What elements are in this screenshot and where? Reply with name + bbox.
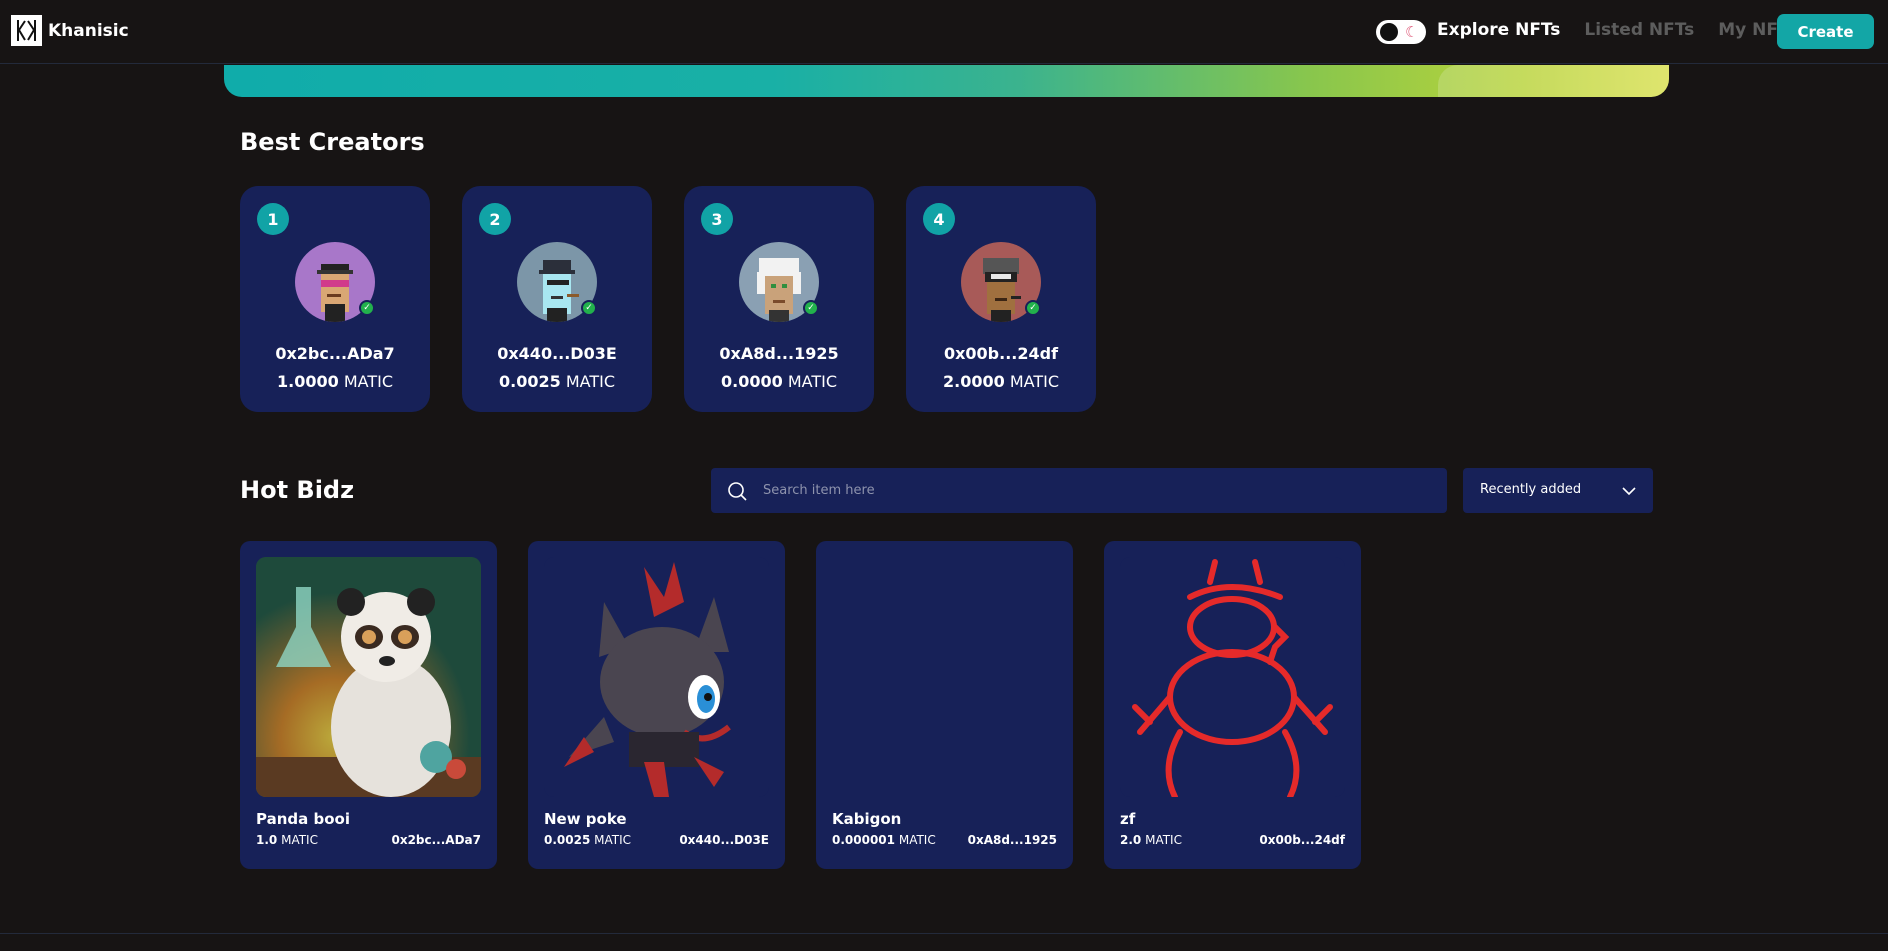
search-box: [711, 468, 1447, 513]
rank-badge: 3: [701, 203, 733, 235]
top-navbar: Khanisic ☾ Explore NFTs Listed NFTs My N…: [0, 0, 1888, 64]
nft-owner: 0x440...D03E: [679, 833, 769, 847]
nft-name: zf: [1120, 810, 1136, 828]
hero-banner: [224, 65, 1669, 97]
nft-owner: 0xA8d...1925: [967, 833, 1057, 847]
creator-balance: 1.0000 MATIC: [276, 372, 393, 391]
creator-balance: 0.0000 MATIC: [720, 372, 837, 391]
best-creators-title: Best Creators: [240, 128, 425, 156]
nft-price: 2.0 MATIC: [1120, 833, 1182, 847]
nft-name: New poke: [544, 810, 627, 828]
creator-card[interactable]: 3 ✓ 0xA8d...1925 0.0000 MATIC: [684, 186, 874, 412]
chevron-down-icon: [1622, 487, 1636, 496]
nav-explore-nfts[interactable]: Explore NFTs: [1437, 20, 1560, 40]
search-icon: [728, 482, 747, 501]
logo[interactable]: Khanisic: [11, 15, 129, 46]
logo-text: Khanisic: [48, 20, 129, 41]
verified-check-icon: ✓: [1025, 300, 1041, 316]
rank-badge: 2: [479, 203, 511, 235]
create-button[interactable]: Create: [1777, 14, 1874, 49]
panda-scientist-image: [256, 557, 481, 797]
nft-owner: 0x00b...24df: [1259, 833, 1345, 847]
rank-badge: 4: [923, 203, 955, 235]
nft-price: 1.0 MATIC: [256, 833, 318, 847]
nft-card[interactable]: zf 2.0 MATIC 0x00b...24df: [1104, 541, 1361, 869]
moon-icon: ☾: [1405, 23, 1419, 41]
nft-owner: 0x2bc...ADa7: [391, 833, 481, 847]
search-input[interactable]: [763, 468, 1433, 513]
nft-card[interactable]: Panda booi 1.0 MATIC 0x2bc...ADa7: [240, 541, 497, 869]
creator-address: 0x2bc...ADa7: [275, 344, 395, 363]
creator-address: 0x440...D03E: [497, 344, 617, 363]
creator-card[interactable]: 1 ✓ 0x2bc...ADa7 1.0000 MATIC: [240, 186, 430, 412]
nav-listed-nfts[interactable]: Listed NFTs: [1584, 20, 1694, 40]
khanisic-logo-icon: [11, 15, 42, 46]
creator-balance: 2.0000 MATIC: [942, 372, 1059, 391]
creator-card[interactable]: 2 ✓ 0x440...D03E 0.0025 MATIC: [462, 186, 652, 412]
verified-check-icon: ✓: [359, 300, 375, 316]
blank-image: [832, 557, 1057, 797]
nft-price: 0.000001 MATIC: [832, 833, 936, 847]
sort-selected-label: Recently added: [1480, 482, 1582, 497]
theme-toggle[interactable]: ☾: [1376, 20, 1426, 44]
nft-name: Kabigon: [832, 810, 902, 828]
footer-divider: [0, 933, 1888, 934]
sun-dot-icon: [1380, 23, 1398, 41]
nft-card[interactable]: New poke 0.0025 MATIC 0x440...D03E: [528, 541, 785, 869]
creator-address: 0x00b...24df: [943, 344, 1059, 363]
creator-address: 0xA8d...1925: [719, 344, 839, 363]
verified-check-icon: ✓: [581, 300, 597, 316]
verified-check-icon: ✓: [803, 300, 819, 316]
rank-badge: 1: [257, 203, 289, 235]
creator-card[interactable]: 4 ✓ 0x00b...24df 2.0000 MATIC: [906, 186, 1096, 412]
zorua-image: [544, 557, 769, 797]
nav-links: Explore NFTs Listed NFTs My NFTs: [1437, 20, 1797, 40]
hot-bidz-title: Hot Bidz: [240, 476, 355, 504]
nft-card[interactable]: Kabigon 0.000001 MATIC 0xA8d...1925: [816, 541, 1073, 869]
creator-balance: 0.0025 MATIC: [498, 372, 615, 391]
nft-price: 0.0025 MATIC: [544, 833, 632, 847]
red-sketch-image: [1120, 557, 1345, 797]
sort-dropdown[interactable]: Recently added: [1463, 468, 1653, 513]
nft-name: Panda booi: [256, 810, 350, 828]
